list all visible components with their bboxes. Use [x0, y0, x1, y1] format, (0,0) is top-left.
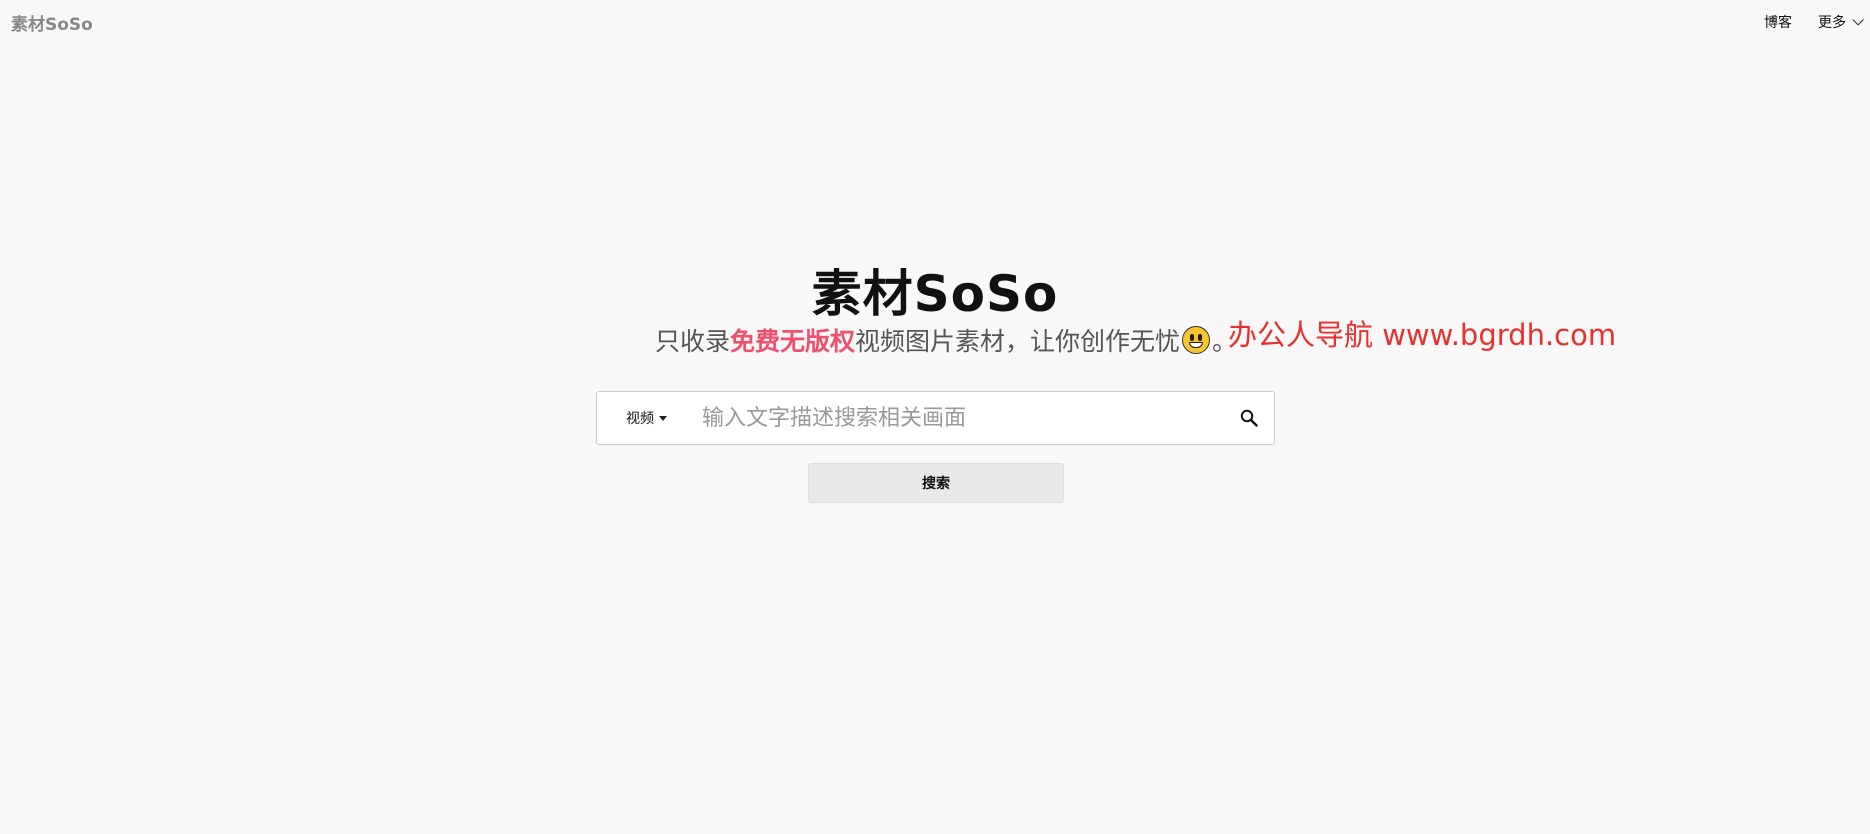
- top-bar: 素材SoSo 博客 更多: [0, 0, 1870, 42]
- top-nav: 博客 更多: [1764, 12, 1864, 32]
- tagline-suffix: 视频图片素材，让你创作无忧: [855, 327, 1181, 356]
- brand-logo[interactable]: 素材SoSo: [11, 10, 93, 35]
- search-type-label: 视频: [626, 411, 654, 427]
- search-box: 视频: [596, 391, 1275, 445]
- nav-blog-label: 博客: [1764, 15, 1792, 31]
- search-icon-button[interactable]: [1234, 403, 1264, 433]
- search-icon: [1240, 409, 1258, 427]
- tagline-highlight: 免费无版权: [730, 327, 856, 356]
- search-type-select[interactable]: 视频: [597, 408, 688, 428]
- nav-blog-link[interactable]: 博客: [1764, 12, 1792, 32]
- tagline: 只收录 免费无版权 视频图片素材，让你创作无忧 。: [655, 322, 1237, 358]
- caret-down-icon: [659, 415, 667, 421]
- grinning-face-icon: [1182, 326, 1211, 354]
- chevron-down-icon: [1852, 14, 1864, 26]
- nav-more-dropdown[interactable]: 更多: [1818, 12, 1864, 32]
- search-input[interactable]: [688, 391, 1234, 445]
- watermark-text: 办公人导航 www.bgrdh.com: [1228, 318, 1617, 352]
- tagline-prefix: 只收录: [655, 327, 731, 356]
- nav-more-label: 更多: [1818, 15, 1846, 31]
- search-button[interactable]: 搜索: [808, 463, 1064, 503]
